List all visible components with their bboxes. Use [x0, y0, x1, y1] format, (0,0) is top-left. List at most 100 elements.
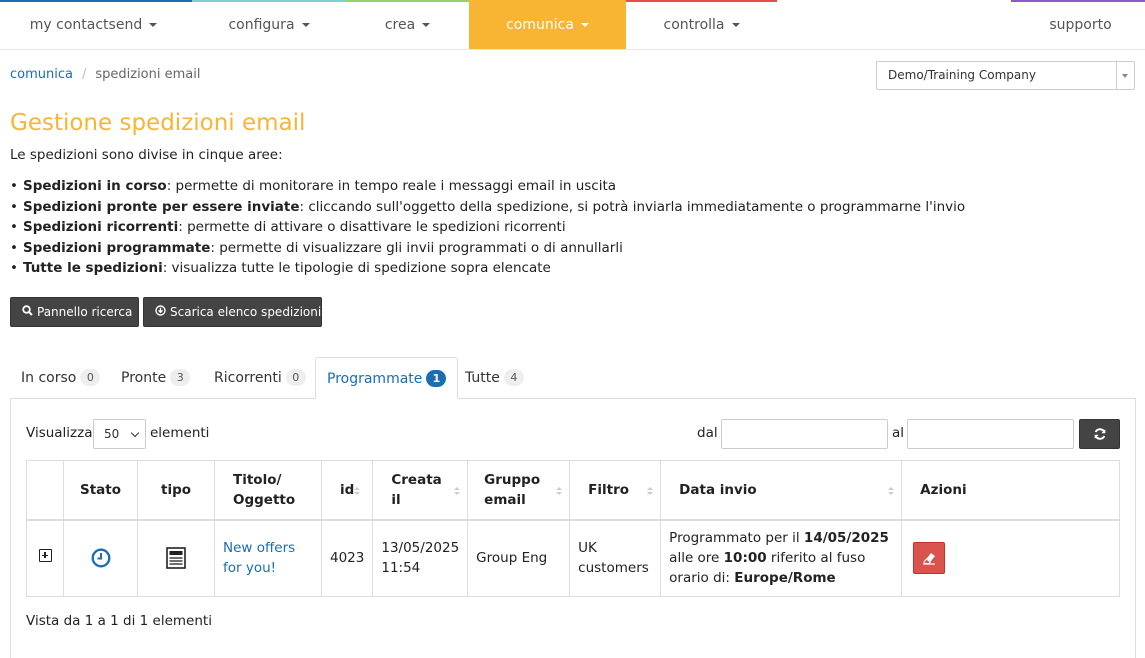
- title-cell: New offers for you!: [214, 519, 322, 597]
- filter-cell: UK customers: [569, 519, 662, 597]
- group-cell: Group Eng: [467, 519, 571, 597]
- column-header-stato: Stato: [63, 460, 138, 521]
- nav-label: my contactsend: [29, 17, 143, 33]
- scheduled-mailings-table: Stato tipo Titolo/Oggetto id Creata il Gr…: [26, 460, 1120, 597]
- page-size-select[interactable]: 50: [93, 419, 146, 449]
- sort-icon: [354, 487, 361, 496]
- sort-icon: [454, 487, 461, 496]
- nav-label: comunica: [506, 17, 574, 33]
- expand-cell[interactable]: [26, 519, 64, 597]
- type-cell: [137, 519, 215, 597]
- newsletter-icon: [166, 547, 186, 570]
- list-item-desc: : permette di monitorare in tempo reale …: [166, 178, 617, 194]
- date-from-input[interactable]: [721, 419, 888, 449]
- header-label: email: [484, 491, 526, 508]
- list-item: Tutte le spedizioni: visualizza tutte le…: [10, 258, 965, 279]
- tab-in-corso[interactable]: In corso 0: [10, 357, 111, 399]
- page-title: Gestione spedizioni email: [10, 110, 306, 136]
- created-date: 13/05/2025: [381, 540, 460, 557]
- sort-icon: [647, 487, 654, 496]
- nav-supporto[interactable]: supporto: [1016, 0, 1145, 49]
- mailing-title-link[interactable]: New offers for you!: [223, 540, 295, 576]
- download-list-label: Scarica elenco spedizioni: [170, 305, 322, 319]
- tab-ricorrenti[interactable]: Ricorrenti 0: [203, 357, 317, 399]
- sort-icon: [556, 487, 563, 496]
- nav-configura[interactable]: configura: [192, 0, 346, 49]
- caret-down-icon: [731, 23, 740, 27]
- breadcrumb-link-comunica[interactable]: comunica: [10, 67, 73, 82]
- search-panel-label: Pannello ricerca: [37, 305, 133, 319]
- tab-label: Programmate: [327, 371, 423, 387]
- actions-cell: [901, 519, 1120, 597]
- list-item: Spedizioni pronte per essere inviate: cl…: [10, 197, 965, 218]
- sort-icon: [888, 487, 895, 496]
- filter-line: customers: [578, 560, 649, 577]
- status-cell: [63, 519, 138, 597]
- column-header-filtro[interactable]: Filtro: [569, 460, 662, 521]
- caret-down-icon: [580, 23, 589, 27]
- show-label: Visualizza: [26, 425, 93, 441]
- send-text: orario di:: [669, 570, 735, 587]
- date-to-label: al: [892, 425, 905, 441]
- refresh-button[interactable]: [1079, 419, 1120, 449]
- header-label: Filtro: [588, 481, 630, 498]
- send-date: 14/05/2025: [803, 530, 889, 547]
- download-list-button[interactable]: Scarica elenco spedizioni: [143, 297, 322, 327]
- header-label: Data invio: [679, 481, 757, 498]
- column-header-azioni: Azioni: [901, 460, 1120, 521]
- dropdown-arrow-icon: [1116, 62, 1134, 89]
- column-header-gruppo[interactable]: Gruppo email: [467, 460, 571, 521]
- list-item-desc: : permette di visualizzare gli invii pro…: [210, 239, 623, 256]
- expand-plus-icon[interactable]: [38, 549, 52, 563]
- header-label: Gruppo: [484, 471, 541, 488]
- list-item-term: Spedizioni in corso: [22, 178, 167, 194]
- download-circle-icon: [154, 299, 166, 327]
- send-text: Programmato per il: [669, 530, 804, 547]
- tab-label: Ricorrenti: [214, 370, 282, 386]
- caret-down-icon: [149, 23, 158, 27]
- list-item-term: Spedizioni pronte per essere inviate: [22, 198, 300, 215]
- column-header-titolo[interactable]: Titolo/Oggetto: [214, 460, 322, 521]
- tab-count-badge: 0: [285, 369, 306, 386]
- intro-text: Le spedizioni sono divise in cinque aree…: [10, 147, 283, 163]
- tab-tutte[interactable]: Tutte 4: [454, 357, 535, 399]
- header-label: Oggetto: [233, 491, 296, 508]
- nav-label: controlla: [663, 17, 725, 33]
- date-to-input[interactable]: [907, 419, 1074, 449]
- caret-down-icon: [301, 23, 310, 27]
- nav-label: configura: [228, 17, 295, 33]
- cancel-schedule-button[interactable]: [913, 542, 946, 575]
- header-label: Azioni: [920, 481, 967, 498]
- filter-line: UK: [578, 540, 597, 557]
- nav-my-contactsend[interactable]: my contactsend: [0, 0, 187, 49]
- column-header-creata[interactable]: Creata il: [372, 460, 469, 521]
- list-item: Spedizioni programmate: permette di visu…: [10, 238, 965, 259]
- column-header-data-invio[interactable]: Data invio: [660, 460, 903, 521]
- list-item-term: Spedizioni ricorrenti: [22, 219, 179, 235]
- list-item: Spedizioni in corso: permette di monitor…: [10, 176, 965, 197]
- caret-down-icon: [422, 23, 431, 27]
- nav-controlla[interactable]: controlla: [626, 0, 777, 49]
- table-row: New offers for you! 4023 13/05/2025 11:54 …: [26, 519, 1120, 597]
- id-cell: 4023: [320, 519, 374, 597]
- tab-count-badge: 0: [80, 369, 101, 386]
- search-panel-button[interactable]: Pannello ricerca: [10, 297, 139, 327]
- clock-icon: [91, 548, 111, 568]
- header-label: Stato: [79, 481, 121, 498]
- title-line: for you!: [223, 560, 277, 577]
- company-select[interactable]: Demo/Training Company: [876, 61, 1135, 90]
- elements-label: elementi: [150, 425, 210, 441]
- column-header-id[interactable]: id: [320, 460, 374, 521]
- table-header-row: Stato tipo Titolo/Oggetto id Creata il Gr…: [26, 460, 1120, 521]
- title-line: New offers: [223, 540, 296, 557]
- list-item-term: Tutte le spedizioni: [22, 260, 163, 276]
- tab-pronte[interactable]: Pronte 3: [110, 357, 201, 399]
- header-label: id: [340, 481, 355, 498]
- breadcrumb-separator: /: [81, 67, 87, 82]
- nav-crea[interactable]: crea: [346, 0, 469, 49]
- tab-programmate[interactable]: Programmate 1: [315, 357, 459, 399]
- created-cell: 13/05/2025 11:54: [372, 519, 469, 597]
- breadcrumb: comunica / spedizioni email: [10, 67, 200, 82]
- nav-comunica[interactable]: comunica: [469, 0, 626, 49]
- tab-count-badge: 1: [426, 370, 447, 387]
